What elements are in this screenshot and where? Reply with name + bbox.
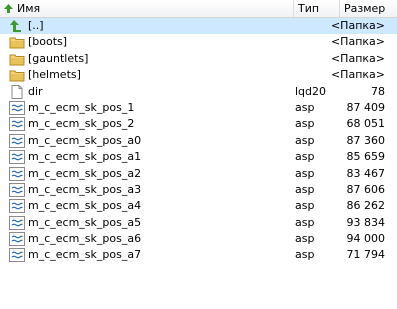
file-name: m_c_ecm_sk_pos_a2 bbox=[28, 166, 142, 180]
file-name: m_c_ecm_sk_pos_a3 bbox=[28, 182, 142, 196]
list-item[interactable]: m_c_ecm_sk_pos_2 asp 68 051 bbox=[0, 116, 397, 132]
list-item[interactable]: dir lqd20 78 bbox=[0, 84, 397, 100]
file-type: asp bbox=[295, 133, 315, 147]
folder-icon bbox=[9, 54, 25, 66]
file-name: m_c_ecm_sk_pos_a7 bbox=[28, 248, 142, 262]
file-name: m_c_ecm_sk_pos_a6 bbox=[28, 232, 142, 246]
list-item[interactable]: m_c_ecm_sk_pos_a6 asp 94 000 bbox=[0, 231, 397, 247]
list-item[interactable]: m_c_ecm_sk_pos_1 asp 87 409 bbox=[0, 100, 397, 116]
file-name: m_c_ecm_sk_pos_1 bbox=[28, 100, 135, 114]
file-size: 87 360 bbox=[346, 133, 386, 147]
file-type: asp bbox=[295, 199, 315, 213]
column-header-name[interactable]: Имя bbox=[0, 0, 294, 17]
file-name: [boots] bbox=[28, 35, 68, 49]
file-size: 94 000 bbox=[346, 232, 386, 246]
script-file-icon bbox=[9, 232, 25, 247]
file-type: asp bbox=[295, 248, 315, 262]
folder-icon bbox=[9, 70, 25, 82]
list-item[interactable]: [helmets] <Папка> bbox=[0, 67, 397, 83]
list-item[interactable]: [..] <Папка> bbox=[0, 18, 397, 35]
file-type: asp bbox=[295, 182, 315, 196]
file-name: m_c_ecm_sk_pos_a0 bbox=[28, 133, 142, 147]
file-size: 85 659 bbox=[346, 150, 386, 164]
file-name: m_c_ecm_sk_pos_2 bbox=[28, 117, 135, 131]
column-header-size[interactable]: Размер bbox=[340, 0, 397, 17]
file-size: <Папка> bbox=[330, 35, 385, 49]
file-size: 71 794 bbox=[346, 248, 386, 262]
file-type: asp bbox=[295, 150, 315, 164]
script-file-icon bbox=[9, 166, 25, 181]
script-file-icon bbox=[9, 199, 25, 214]
file-name: dir bbox=[28, 84, 43, 98]
column-size-label: Размер bbox=[344, 2, 386, 15]
script-file-icon bbox=[9, 215, 25, 230]
column-name-label: Имя bbox=[17, 2, 41, 15]
file-size: 87 409 bbox=[346, 100, 386, 114]
script-file-icon bbox=[9, 248, 25, 263]
list-item[interactable]: m_c_ecm_sk_pos_a2 asp 83 467 bbox=[0, 166, 397, 182]
script-file-icon bbox=[9, 133, 25, 148]
list-item[interactable]: m_c_ecm_sk_pos_a4 asp 86 262 bbox=[0, 198, 397, 214]
file-size: <Папка> bbox=[330, 51, 385, 65]
file-name: m_c_ecm_sk_pos_a5 bbox=[28, 215, 142, 229]
column-header: Имя Тип Размер bbox=[0, 0, 397, 18]
file-name: m_c_ecm_sk_pos_a4 bbox=[28, 199, 142, 213]
file-type: asp bbox=[295, 215, 315, 229]
sort-ascending-icon bbox=[4, 4, 13, 13]
script-file-icon bbox=[9, 150, 25, 165]
file-icon bbox=[11, 84, 23, 99]
file-name: [..] bbox=[28, 19, 44, 32]
file-name: [helmets] bbox=[28, 68, 81, 82]
column-header-type[interactable]: Тип bbox=[294, 0, 340, 17]
list-item[interactable]: [boots] <Папка> bbox=[0, 34, 397, 50]
file-size: 83 467 bbox=[346, 166, 386, 180]
script-file-icon bbox=[9, 117, 25, 132]
file-type: lqd20 bbox=[295, 84, 327, 98]
file-size: 86 262 bbox=[346, 199, 386, 213]
folder-icon bbox=[9, 37, 25, 49]
list-item[interactable]: m_c_ecm_sk_pos_a1 asp 85 659 bbox=[0, 149, 397, 165]
list-item[interactable]: m_c_ecm_sk_pos_a7 asp 71 794 bbox=[0, 247, 397, 263]
column-type-label: Тип bbox=[298, 2, 320, 15]
file-size: 93 834 bbox=[346, 215, 386, 229]
file-size: <Папка> bbox=[330, 19, 385, 32]
file-type: asp bbox=[295, 166, 315, 180]
file-size: <Папка> bbox=[330, 68, 385, 82]
file-list: [..] <Папка> [boots] <Папка> [gauntlets]… bbox=[0, 18, 397, 264]
file-type: asp bbox=[295, 100, 315, 114]
file-name: [gauntlets] bbox=[28, 51, 89, 65]
list-item[interactable]: [gauntlets] <Папка> bbox=[0, 51, 397, 67]
script-file-icon bbox=[9, 100, 25, 115]
list-item[interactable]: m_c_ecm_sk_pos_a0 asp 87 360 bbox=[0, 133, 397, 149]
file-name: m_c_ecm_sk_pos_a1 bbox=[28, 150, 142, 164]
file-type: asp bbox=[295, 232, 315, 246]
file-size: 78 bbox=[371, 84, 385, 98]
file-type: asp bbox=[295, 117, 315, 131]
file-size: 68 051 bbox=[346, 117, 386, 131]
script-file-icon bbox=[9, 182, 25, 197]
up-arrow-icon bbox=[10, 20, 21, 32]
file-list-panel: Имя Тип Размер [..] <Папка> [boots] <Пап… bbox=[0, 0, 397, 309]
list-item[interactable]: m_c_ecm_sk_pos_a3 asp 87 606 bbox=[0, 182, 397, 198]
file-size: 87 606 bbox=[346, 182, 386, 196]
list-item[interactable]: m_c_ecm_sk_pos_a5 asp 93 834 bbox=[0, 215, 397, 231]
